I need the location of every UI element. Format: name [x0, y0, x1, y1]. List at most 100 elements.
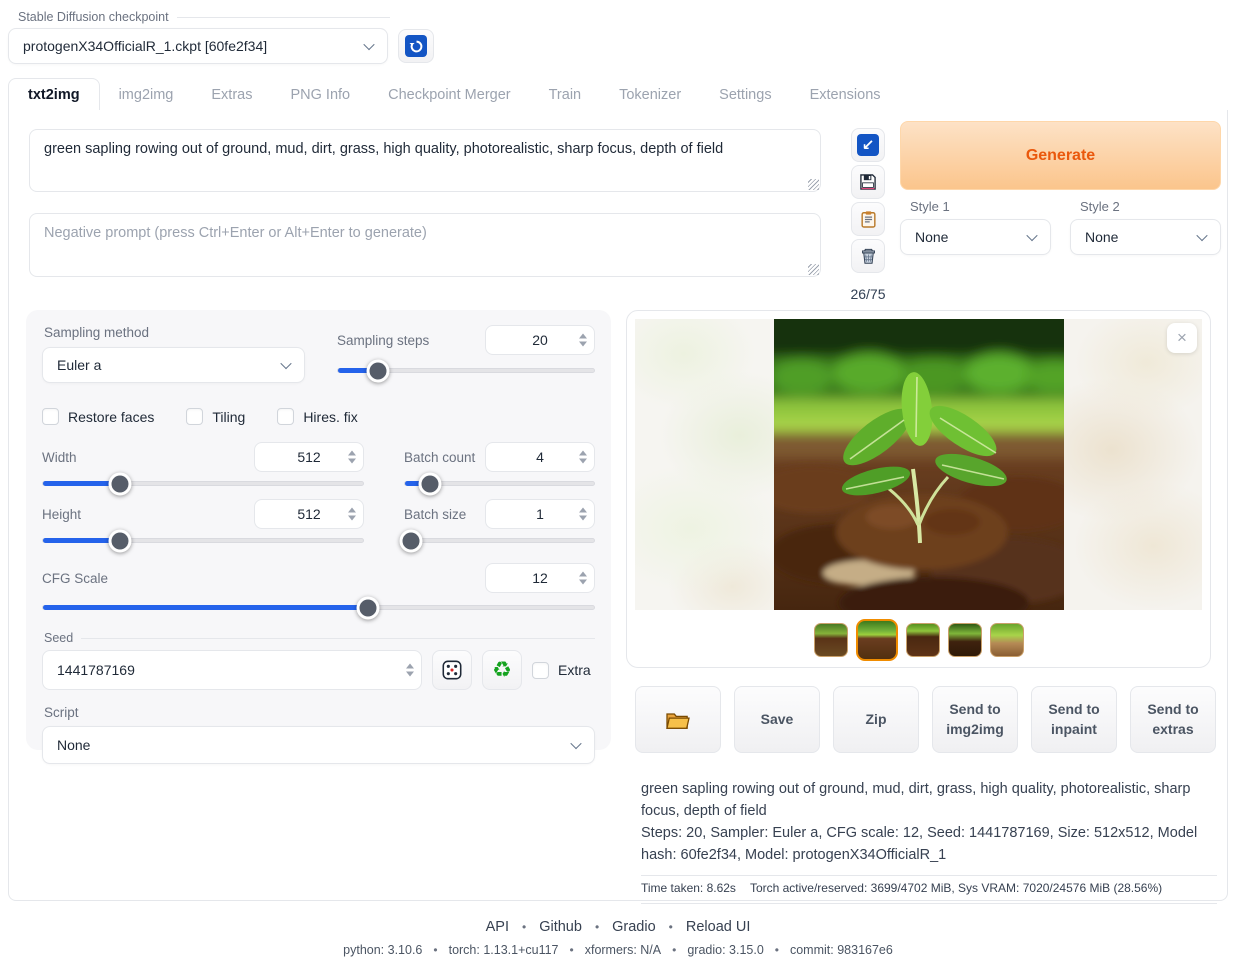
generated-image-sapling[interactable]: [774, 319, 1064, 610]
floppy-disk-icon: [858, 172, 878, 192]
negative-prompt-resize-handle[interactable]: [808, 264, 819, 275]
gallery-next-image-blurred[interactable]: [1063, 319, 1202, 610]
sampling-steps-value: 20: [532, 332, 548, 348]
refresh-checkpoint-button[interactable]: [398, 29, 434, 63]
batch-count-label: Batch count: [404, 450, 475, 465]
style2-value: None: [1085, 229, 1118, 245]
bullet-separator: •: [669, 920, 673, 934]
random-seed-button[interactable]: [432, 650, 472, 690]
batch-count-slider[interactable]: [404, 481, 595, 486]
chevron-down-icon: [570, 738, 581, 749]
cfg-scale-input[interactable]: 12: [485, 563, 595, 593]
refresh-icon: [405, 35, 427, 57]
width-slider[interactable]: [42, 481, 364, 486]
tab-extras[interactable]: Extras: [192, 79, 271, 112]
hires-fix-checkbox[interactable]: Hires. fix: [277, 408, 357, 425]
send-to-img2img-button[interactable]: Send to img2img: [932, 686, 1018, 753]
open-folder-button[interactable]: [635, 686, 721, 753]
checkpoint-value: protogenX34OfficialR_1.ckpt [60fe2f34]: [23, 38, 267, 54]
save-button[interactable]: Save: [734, 686, 820, 753]
extra-seed-label: Extra: [558, 662, 591, 678]
send-to-extras-button[interactable]: Send to extras: [1130, 686, 1216, 753]
tab-tokenizer[interactable]: Tokenizer: [600, 79, 700, 112]
negative-prompt-input[interactable]: [29, 213, 821, 277]
bullet-separator: •: [522, 920, 526, 934]
sampling-steps-label: Sampling steps: [337, 333, 429, 348]
batch-count-input[interactable]: 4: [485, 442, 595, 472]
restore-faces-label: Restore faces: [68, 409, 154, 425]
tab-train[interactable]: Train: [530, 79, 601, 112]
height-input[interactable]: 512: [254, 499, 364, 529]
sampling-steps-input[interactable]: 20: [485, 325, 595, 355]
gallery-thumbnail-5[interactable]: [990, 623, 1024, 657]
txt2img-panel: green sapling rowing out of ground, mud,…: [8, 110, 1228, 901]
prompt-resize-handle[interactable]: [808, 179, 819, 190]
cfg-scale-value: 12: [532, 570, 548, 586]
sampling-method-select[interactable]: Euler a: [42, 347, 305, 383]
prompt-input[interactable]: green sapling rowing out of ground, mud,…: [29, 129, 821, 192]
reuse-seed-button[interactable]: ♻: [482, 650, 522, 690]
paste-arrow-icon: ↙: [857, 134, 879, 156]
tiling-label: Tiling: [212, 409, 245, 425]
tab-extensions[interactable]: Extensions: [791, 79, 900, 112]
batch-size-input[interactable]: 1: [485, 499, 595, 529]
zip-button[interactable]: Zip: [833, 686, 919, 753]
style2-select[interactable]: None: [1070, 219, 1221, 255]
version-torch: torch: 1.13.1+cu117: [449, 943, 559, 957]
generate-button[interactable]: Generate: [900, 121, 1221, 190]
style2-label: Style 2: [1080, 199, 1221, 214]
tab-settings[interactable]: Settings: [700, 79, 790, 112]
script-value: None: [57, 737, 90, 753]
style1-label: Style 1: [910, 199, 1051, 214]
footer: API • Github • Gradio • Reload UI python…: [0, 918, 1236, 959]
script-label: Script: [44, 705, 595, 720]
bullet-separator: •: [672, 943, 676, 957]
gallery-prev-image-blurred[interactable]: [635, 319, 774, 610]
footer-link-reload-ui[interactable]: Reload UI: [686, 919, 750, 935]
footer-link-api[interactable]: API: [486, 919, 509, 935]
tab-txt2img[interactable]: txt2img: [8, 78, 100, 113]
sampling-steps-slider[interactable]: [337, 368, 595, 373]
restore-faces-checkbox[interactable]: Restore faces: [42, 408, 154, 425]
close-icon[interactable]: ×: [1167, 323, 1197, 353]
folder-icon: [665, 709, 691, 731]
generation-settings-card: Sampling method Euler a Sampling steps 2…: [26, 310, 611, 750]
version-xformers: xformers: N/A: [585, 943, 661, 957]
tab-checkpoint-merger[interactable]: Checkpoint Merger: [369, 79, 530, 112]
bullet-separator: •: [570, 943, 574, 957]
batch-size-slider[interactable]: [404, 538, 595, 543]
sampling-method-label: Sampling method: [44, 325, 305, 340]
tab-png-info[interactable]: PNG Info: [271, 79, 369, 112]
gallery-thumbnail-2-selected[interactable]: [856, 619, 898, 661]
version-python: python: 3.10.6: [343, 943, 422, 957]
batch-size-label: Batch size: [404, 507, 466, 522]
seed-input[interactable]: 1441787169: [42, 650, 422, 690]
apply-style-button[interactable]: [851, 202, 885, 236]
paste-generation-params-button[interactable]: ↙: [851, 128, 885, 162]
cfg-scale-label: CFG Scale: [42, 571, 108, 586]
checkpoint-select[interactable]: protogenX34OfficialR_1.ckpt [60fe2f34]: [8, 28, 388, 64]
gallery-thumbnail-4[interactable]: [948, 623, 982, 657]
footer-link-github[interactable]: Github: [539, 919, 582, 935]
height-slider[interactable]: [42, 538, 364, 543]
chevron-down-icon: [280, 358, 291, 369]
cfg-scale-slider[interactable]: [42, 605, 595, 610]
width-input[interactable]: 512: [254, 442, 364, 472]
version-commit: commit: 983167e6: [790, 943, 893, 957]
extra-seed-checkbox[interactable]: Extra: [532, 662, 591, 679]
gallery-thumbnail-3[interactable]: [906, 623, 940, 657]
token-counter: 26/75: [850, 286, 885, 302]
gallery-thumbnail-1[interactable]: [814, 623, 848, 657]
send-to-inpaint-button[interactable]: Send to inpaint: [1031, 686, 1117, 753]
trash-icon: [859, 247, 878, 266]
style1-select[interactable]: None: [900, 219, 1051, 255]
clear-prompt-button[interactable]: [851, 239, 885, 273]
tiling-checkbox[interactable]: Tiling: [186, 408, 245, 425]
footer-link-gradio[interactable]: Gradio: [612, 919, 656, 935]
dice-icon: [441, 659, 463, 681]
save-style-button[interactable]: [851, 165, 885, 199]
batch-size-value: 1: [536, 506, 544, 522]
gallery-thumbnails: [627, 617, 1210, 663]
tab-img2img[interactable]: img2img: [100, 79, 193, 112]
script-select[interactable]: None: [42, 726, 595, 764]
